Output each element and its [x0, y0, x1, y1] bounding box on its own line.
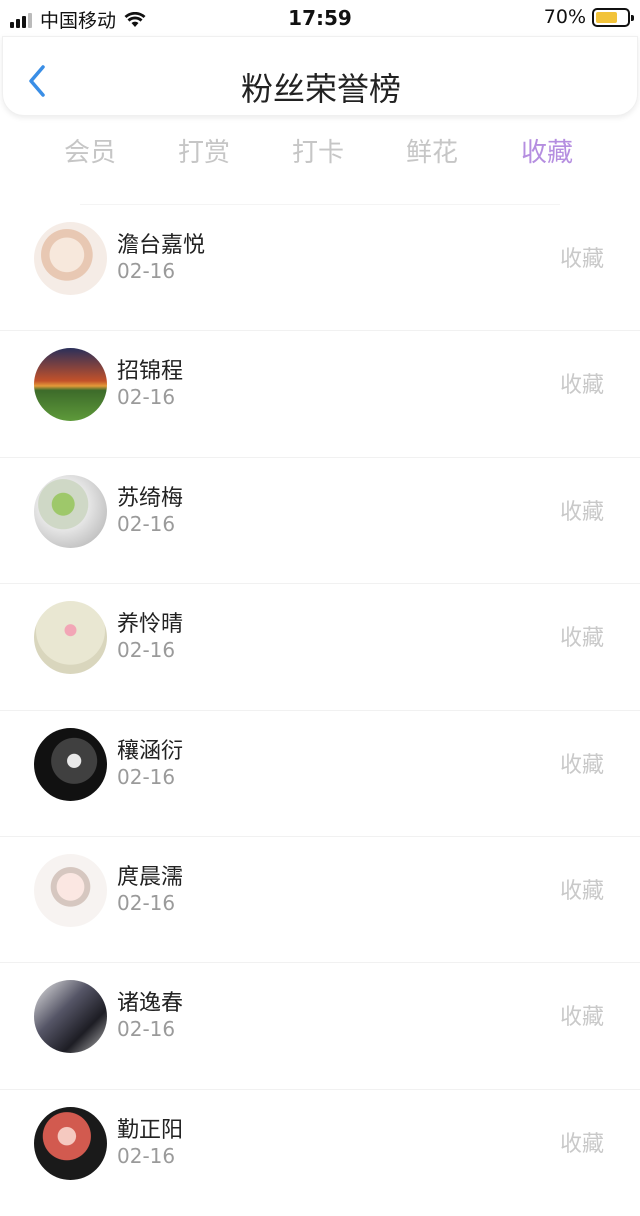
tab-reward[interactable]: 打赏 — [154, 132, 254, 169]
user-date: 02-16 — [117, 1017, 176, 1042]
action-label: 收藏 — [559, 373, 604, 399]
action-label: 收藏 — [559, 626, 604, 652]
user-date: 02-16 — [117, 511, 176, 536]
nav-bar: 粉丝荣誉榜 — [2, 36, 638, 116]
avatar — [34, 1106, 107, 1180]
action-label: 收藏 — [559, 752, 604, 778]
user-name: 澹台嘉悦 — [117, 233, 206, 258]
user-date: 02-16 — [117, 1143, 176, 1168]
action-label: 收藏 — [559, 1131, 604, 1157]
user-date: 02-16 — [117, 385, 176, 410]
avatar — [34, 348, 107, 422]
avatar — [34, 980, 107, 1054]
user-date: 02-16 — [117, 890, 176, 915]
user-name: 庹晨濡 — [117, 864, 184, 890]
avatar — [34, 727, 107, 801]
list-item[interactable]: 勤正阳 02-16 收藏 — [0, 1088, 640, 1215]
list-item[interactable]: 庹晨濡 02-16 收藏 — [0, 835, 640, 962]
battery-icon — [592, 7, 634, 27]
list-item[interactable]: 诸逸春 02-16 收藏 — [0, 962, 640, 1088]
battery-fill — [596, 11, 617, 23]
action-label: 收藏 — [559, 1005, 604, 1031]
tab-checkin[interactable]: 打卡 — [268, 132, 368, 169]
action-label: 收藏 — [559, 499, 604, 525]
status-bar: 中国移动 17:59 70% — [0, 0, 640, 36]
user-date: 02-16 — [117, 638, 176, 663]
user-name: 招锦程 — [117, 359, 184, 385]
avatar — [34, 853, 107, 927]
list-item[interactable]: 养怜晴 02-16 收藏 — [0, 583, 640, 709]
action-label: 收藏 — [559, 247, 604, 272]
avatar — [34, 601, 107, 675]
status-right: 70% — [543, 6, 634, 28]
tab-favorites[interactable]: 收藏 — [497, 132, 597, 169]
tab-member[interactable]: 会员 — [40, 132, 140, 169]
avatar — [34, 474, 107, 548]
tab-bar: 会员 打赏 打卡 鲜花 收藏 — [0, 132, 640, 176]
list-item[interactable]: 澹台嘉悦 02-16 收藏 — [34, 204, 604, 330]
page-title: 粉丝荣誉榜 — [240, 70, 401, 108]
user-name: 诸逸春 — [117, 991, 184, 1017]
user-name: 勤正阳 — [117, 1117, 184, 1143]
user-name: 苏绮梅 — [117, 485, 184, 511]
list-item[interactable]: 招锦程 02-16 收藏 — [0, 330, 640, 456]
action-label: 收藏 — [559, 878, 604, 904]
list-item[interactable]: 穰涵衍 02-16 收藏 — [0, 709, 640, 836]
user-date: 02-16 — [117, 259, 176, 283]
user-name: 养怜晴 — [117, 612, 184, 638]
tab-flowers[interactable]: 鲜花 — [382, 132, 482, 169]
user-name: 穰涵衍 — [117, 738, 184, 764]
fan-list: 澹台嘉悦 02-16 收藏 招锦程 02-16 收藏 苏绮梅 02-16 收藏 … — [0, 204, 640, 1215]
avatar — [34, 222, 107, 295]
list-item[interactable]: 苏绮梅 02-16 收藏 — [0, 456, 640, 583]
battery-percentage: 70% — [543, 6, 586, 28]
user-date: 02-16 — [117, 764, 176, 789]
